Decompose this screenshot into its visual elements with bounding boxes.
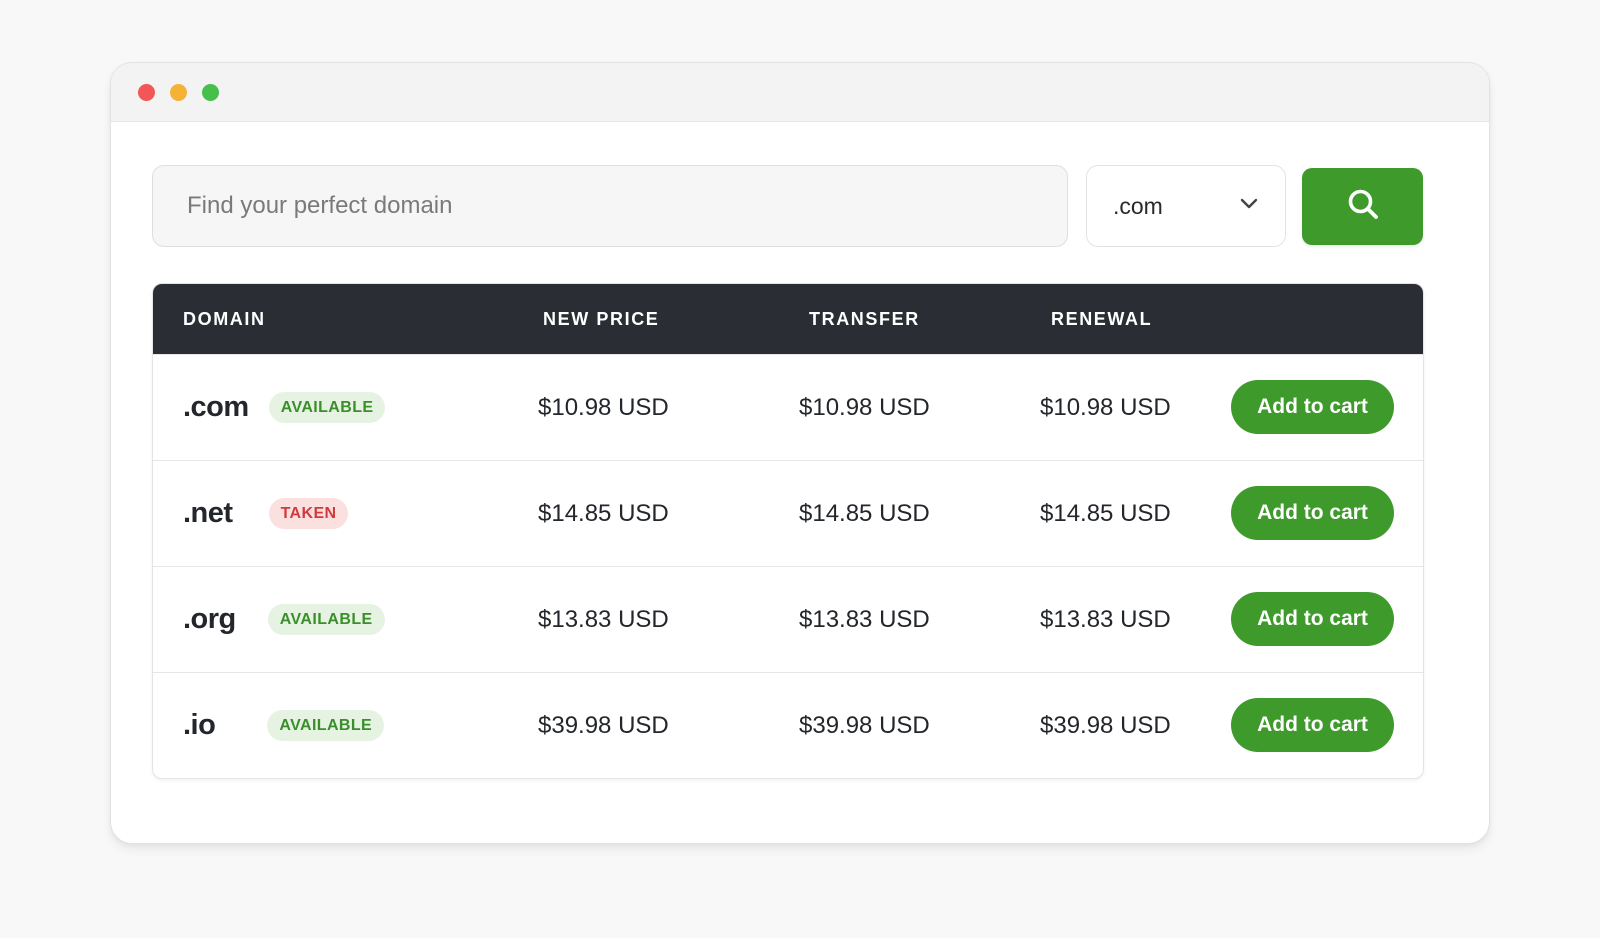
table-row: .net TAKEN $14.85 USD $14.85 USD $14.85 …: [153, 460, 1423, 566]
title-bar: [111, 63, 1489, 122]
tld-dropdown[interactable]: .com: [1086, 165, 1286, 247]
domain-tld: .net: [183, 497, 233, 529]
renewal-price: $14.85 USD: [1040, 499, 1171, 527]
domain-search-bar: .com: [152, 165, 1448, 249]
transfer-price: $10.98 USD: [799, 393, 930, 421]
add-to-cart-button[interactable]: Add to cart: [1231, 380, 1394, 434]
search-button[interactable]: [1302, 168, 1423, 245]
maximize-window-button[interactable]: [202, 84, 219, 101]
new-price: $39.98 USD: [538, 711, 669, 739]
tld-selected-value: .com: [1113, 192, 1163, 219]
domain-cell: .org AVAILABLE: [183, 567, 385, 672]
domain-cell: .io AVAILABLE: [183, 673, 385, 778]
domain-tld: .com: [183, 391, 249, 423]
column-header-renewal: RENEWAL: [1051, 309, 1153, 329]
add-to-cart-button[interactable]: Add to cart: [1231, 486, 1394, 540]
renewal-price: $10.98 USD: [1040, 393, 1171, 421]
status-badge: TAKEN: [268, 498, 349, 529]
domain-results-table: DOMAIN NEW PRICE TRANSFER RENEWAL .com A…: [152, 283, 1424, 779]
column-header-new-price: NEW PRICE: [543, 309, 660, 329]
add-to-cart-button[interactable]: Add to cart: [1231, 698, 1394, 752]
new-price: $14.85 USD: [538, 499, 669, 527]
new-price: $13.83 USD: [538, 605, 669, 633]
renewal-price: $39.98 USD: [1040, 711, 1171, 739]
status-badge: AVAILABLE: [268, 392, 386, 423]
renewal-price: $13.83 USD: [1040, 605, 1171, 633]
column-header-transfer: TRANSFER: [809, 309, 920, 329]
status-badge: AVAILABLE: [267, 710, 385, 741]
domain-search-input[interactable]: [152, 165, 1068, 247]
add-to-cart-button[interactable]: Add to cart: [1231, 592, 1394, 646]
transfer-price: $14.85 USD: [799, 499, 930, 527]
transfer-price: $13.83 USD: [799, 605, 930, 633]
new-price: $10.98 USD: [538, 393, 669, 421]
chevron-down-icon: [1239, 197, 1259, 215]
close-window-button[interactable]: [138, 84, 155, 101]
domain-cell: .com AVAILABLE: [183, 355, 386, 460]
domain-tld: .org: [183, 603, 236, 635]
transfer-price: $39.98 USD: [799, 711, 930, 739]
search-icon: [1346, 187, 1380, 226]
table-header: DOMAIN NEW PRICE TRANSFER RENEWAL: [153, 284, 1423, 354]
status-badge: AVAILABLE: [267, 604, 385, 635]
minimize-window-button[interactable]: [170, 84, 187, 101]
domain-tld: .io: [183, 709, 216, 741]
table-row: .org AVAILABLE $13.83 USD $13.83 USD $13…: [153, 566, 1423, 672]
table-row: .io AVAILABLE $39.98 USD $39.98 USD $39.…: [153, 672, 1423, 778]
column-header-domain: DOMAIN: [183, 309, 266, 329]
domain-cell: .net TAKEN: [183, 461, 349, 566]
table-row: .com AVAILABLE $10.98 USD $10.98 USD $10…: [153, 354, 1423, 460]
browser-window: .com DOMAIN NEW PRICE TRANSFER RENEWAL: [110, 62, 1490, 844]
